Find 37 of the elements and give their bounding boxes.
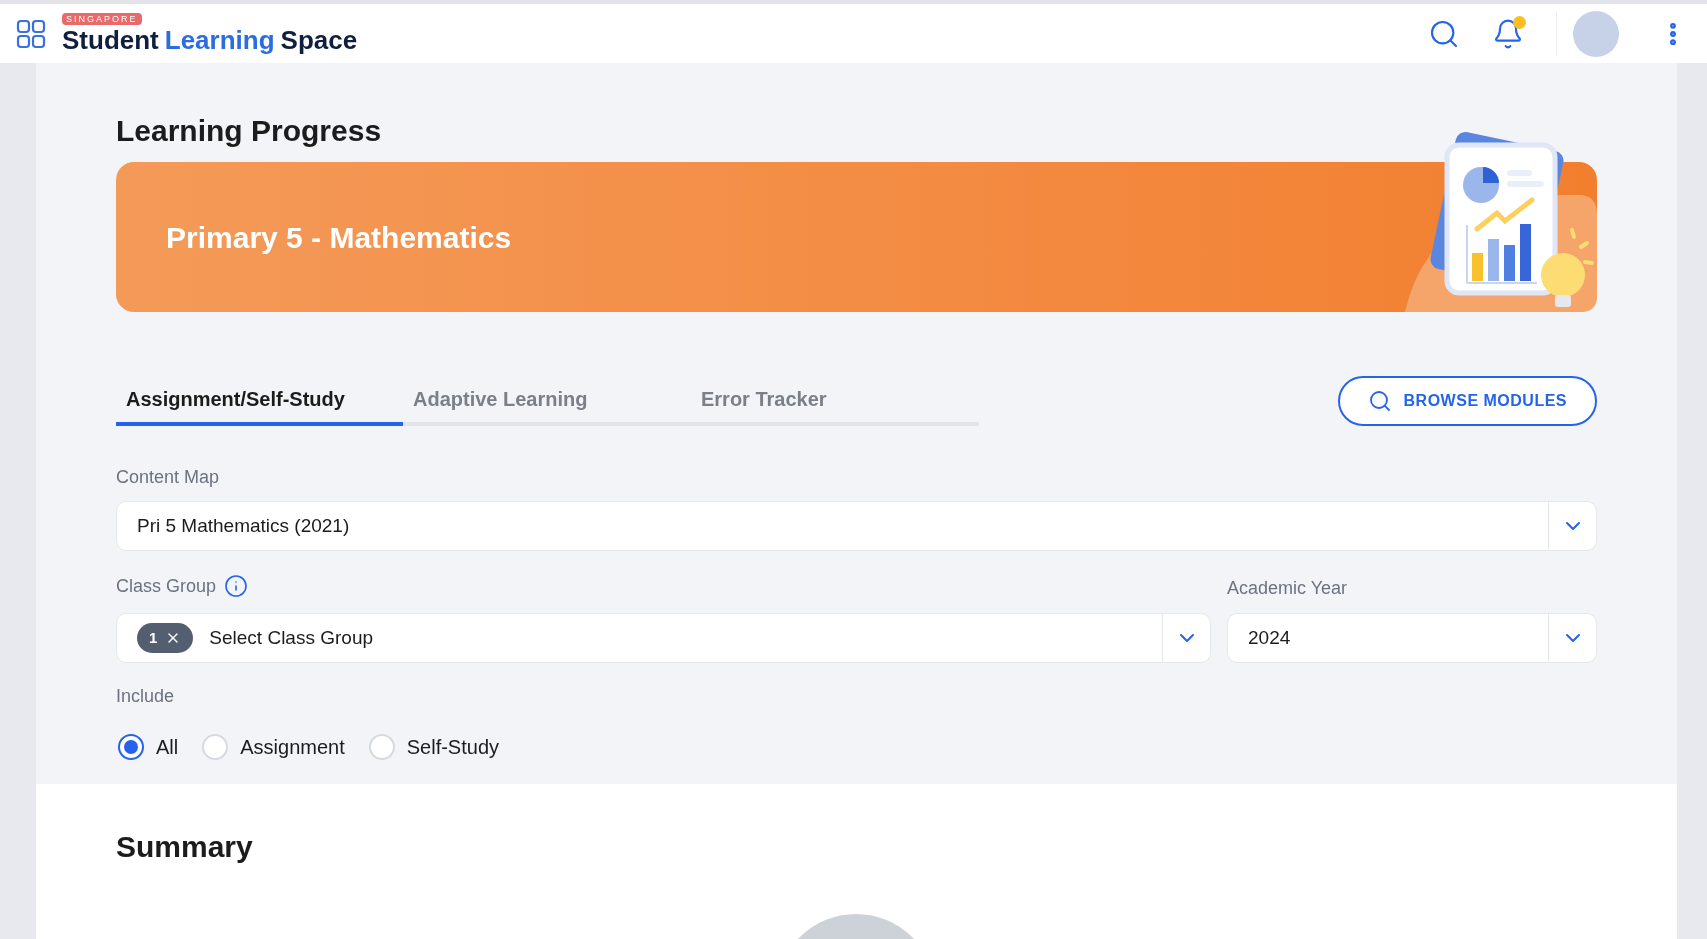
class-group-dropdown[interactable]: 1 Select Class Group [116,613,1211,663]
radio-option[interactable]: Self-Study [368,732,499,762]
chart-bar [1520,224,1531,281]
academic-year-dropdown[interactable]: 2024 [1227,613,1597,663]
logo-word: Space [280,24,358,55]
radio-option[interactable]: Assignment [202,732,345,762]
field-label: Content Map [116,466,221,489]
field-label: Include [116,685,176,708]
trend-line [1474,197,1535,232]
notifications-button[interactable] [1492,17,1524,50]
dropdown-placeholder: Select Class Group [208,625,375,650]
banner-title: Primary 5 - Mathematics [166,219,512,256]
lightbulb-icon [1541,228,1594,307]
logo-word: Student [62,24,159,55]
section-title: Summary [116,829,254,865]
bell-icon [1492,17,1524,50]
info-icon[interactable] [224,574,249,598]
tab[interactable]: Adaptive Learning [403,376,691,426]
radio-option[interactable]: All [118,732,179,762]
search-icon [1367,389,1392,413]
dropdown-value: Pri 5 Mathematics (2021) [136,513,351,538]
apps-grid-icon[interactable] [16,18,46,49]
radio-button[interactable] [118,734,144,760]
content-map-dropdown[interactable]: Pri 5 Mathematics (2021) [116,501,1597,551]
field-label: Academic Year [1227,577,1349,600]
logo-tag: SINGAPORE [62,12,142,25]
page-title: Learning Progress [116,113,383,149]
chart-bar [1472,253,1483,281]
tab[interactable]: Assignment/Self-Study [116,376,403,426]
field-label: Class Group [116,574,217,598]
chart-bar [1504,245,1515,281]
logo-word: Learning [164,24,275,55]
dropdown-value: 2024 [1247,625,1292,650]
browse-modules-button[interactable]: BROWSE MODULES [1337,376,1597,426]
tab[interactable]: Error Tracker [691,376,979,426]
chart-bar [1488,239,1499,281]
selection-chip[interactable]: 1 [137,623,194,653]
